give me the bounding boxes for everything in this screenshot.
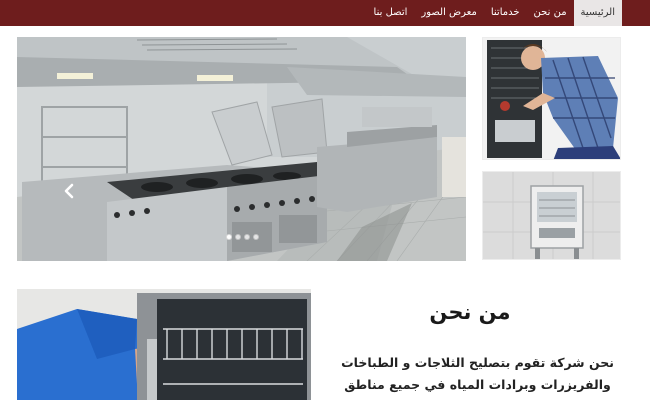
top-navbar: الرئيسية من نحن خدماتنا معرض الصور اتصل … [0, 0, 650, 26]
nav-item-contact[interactable]: اتصل بنا [367, 0, 415, 26]
commercial-kitchen-photo [17, 37, 466, 261]
dishwasher-repair-photo [17, 289, 311, 400]
slider-dots [226, 234, 259, 244]
nav-item-services[interactable]: خدماتنا [484, 0, 527, 26]
side-image-technician[interactable] [482, 37, 621, 160]
about-image [17, 289, 311, 400]
nav-item-gallery[interactable]: معرض الصور [414, 0, 483, 26]
side-image-water-cooler[interactable] [482, 171, 621, 260]
slider-dot-3[interactable] [244, 234, 250, 240]
slider-dot-4[interactable] [253, 234, 259, 240]
about-description: نحن شركة تقوم بتصليح الثلاجات و الطباخات… [325, 352, 630, 400]
about-text-line-2: والفريزرات وبرادات المياه في جميع مناطق … [344, 377, 611, 400]
slider-dot-2[interactable] [235, 234, 241, 240]
nav-item-about[interactable]: من نحن [527, 0, 574, 26]
nav-menu: الرئيسية من نحن خدماتنا معرض الصور اتصل … [367, 0, 622, 26]
hero-slider[interactable] [17, 37, 466, 261]
water-cooler-photo [483, 172, 620, 259]
technician-repairing-fridge-photo [483, 38, 620, 159]
nav-item-home[interactable]: الرئيسية [573, 0, 622, 26]
about-title: من نحن [429, 300, 511, 324]
slider-dot-1[interactable] [226, 234, 232, 240]
about-text-line-1: نحن شركة تقوم بتصليح الثلاجات و الطباخات [341, 355, 614, 370]
chevron-left-icon[interactable] [61, 183, 77, 199]
